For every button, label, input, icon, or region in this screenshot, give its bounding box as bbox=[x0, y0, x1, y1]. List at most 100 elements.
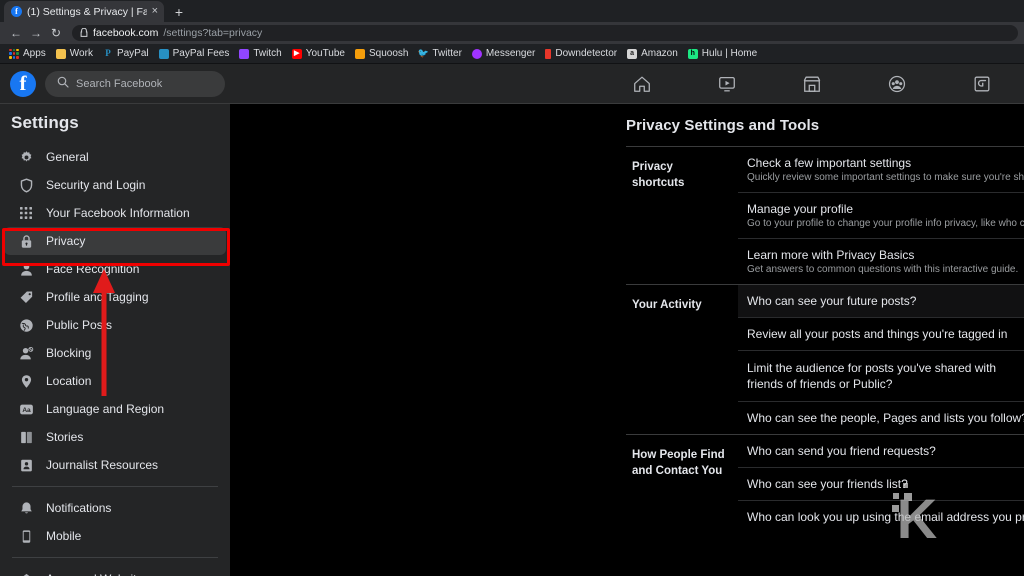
bookmark-youtube[interactable]: ▶ YouTube bbox=[288, 48, 351, 59]
sidebar-item-blocking[interactable]: Blocking bbox=[4, 339, 226, 367]
sidebar-item-label: Privacy bbox=[46, 234, 86, 248]
bookmark-label: Squoosh bbox=[368, 48, 409, 59]
setting-row[interactable]: Learn more with Privacy Basics Get answe… bbox=[738, 239, 1024, 284]
facebook-header: f Search Facebook bbox=[0, 64, 1024, 104]
paypal-icon: P bbox=[105, 48, 111, 58]
phone-icon bbox=[18, 528, 34, 544]
bookmark-apps[interactable]: Apps bbox=[5, 48, 52, 59]
new-tab-button[interactable]: + bbox=[167, 1, 191, 22]
sidebar-item-mobile[interactable]: Mobile bbox=[4, 522, 226, 550]
hulu-icon: h bbox=[687, 48, 698, 59]
bookmark-paypal[interactable]: P PayPal bbox=[99, 48, 155, 59]
url-path: /settings?tab=privacy bbox=[163, 27, 263, 39]
marketplace-icon[interactable] bbox=[787, 67, 837, 101]
twitter-icon: 🐦 bbox=[417, 48, 430, 58]
search-icon bbox=[57, 76, 69, 91]
groups-icon[interactable] bbox=[872, 67, 922, 101]
sidebar-item-label: Profile and Tagging bbox=[46, 290, 149, 304]
downdetector-icon bbox=[545, 48, 552, 59]
url-domain: facebook.com bbox=[93, 27, 159, 39]
setting-title: Learn more with Privacy Basics bbox=[747, 248, 915, 262]
setting-row[interactable]: Who can look you up using the email addr… bbox=[738, 501, 1024, 533]
sidebar-item-label: Stories bbox=[46, 430, 84, 444]
sidebar-divider-2 bbox=[12, 557, 218, 558]
sidebar-item-label: Notifications bbox=[46, 501, 112, 515]
bookmark-squoosh[interactable]: Squoosh bbox=[351, 48, 414, 59]
back-icon[interactable]: ← bbox=[6, 23, 26, 43]
setting-row[interactable]: Review all your posts and things you're … bbox=[738, 318, 1024, 351]
sidebar-item-stories[interactable]: Stories bbox=[4, 423, 226, 451]
bookmark-label: Downdetector bbox=[555, 48, 618, 59]
svg-text:Aa: Aa bbox=[22, 407, 31, 414]
section-rows: Check a few important settings Quickly r… bbox=[738, 147, 1024, 284]
bookmark-label: Hulu | Home bbox=[701, 48, 758, 59]
bookmark-paypal-fees[interactable]: PayPal Fees bbox=[155, 48, 236, 59]
bookmark-amazon[interactable]: a Amazon bbox=[623, 48, 684, 59]
sidebar-item-language-and-region[interactable]: Aa Language and Region bbox=[4, 395, 226, 423]
panel-title: Privacy Settings and Tools bbox=[626, 117, 820, 134]
sidebar-item-security-and-login[interactable]: Security and Login bbox=[4, 171, 226, 199]
sidebar-item-face-recognition[interactable]: Face Recognition bbox=[4, 255, 226, 283]
sidebar-item-privacy[interactable]: Privacy bbox=[4, 227, 226, 255]
sidebar-item-label: Journalist Resources bbox=[46, 458, 159, 472]
sidebar-item-label: Security and Login bbox=[46, 178, 146, 192]
bookmark-label: Amazon bbox=[641, 48, 678, 59]
search-input[interactable]: Search Facebook bbox=[45, 70, 225, 97]
grid-dots-icon bbox=[18, 205, 34, 221]
bookmark-downdetector[interactable]: Downdetector bbox=[541, 48, 623, 59]
bookmark-hulu[interactable]: h Hulu | Home bbox=[684, 48, 763, 59]
book-icon bbox=[18, 429, 34, 445]
bookmark-label: Apps bbox=[23, 48, 46, 59]
facebook-logo-icon[interactable]: f bbox=[10, 70, 36, 97]
sidebar-item-label: Blocking bbox=[46, 346, 92, 360]
setting-row[interactable]: Who can see your future posts? bbox=[738, 285, 1024, 318]
id-card-icon bbox=[18, 457, 34, 473]
gear-icon bbox=[18, 149, 34, 165]
sidebar-item-label: Public Posts bbox=[46, 318, 113, 332]
content-gutter bbox=[230, 104, 620, 576]
reload-icon[interactable]: ↻ bbox=[46, 23, 66, 43]
section-your-activity: Your Activity Who can see your future po… bbox=[626, 285, 1024, 434]
browser-tab[interactable]: f (1) Settings & Privacy | Facebook × bbox=[4, 1, 164, 22]
bookmark-twitch[interactable]: Twitch bbox=[235, 48, 287, 59]
setting-row[interactable]: Who can see the people, Pages and lists … bbox=[738, 402, 1024, 434]
tab-strip: f (1) Settings & Privacy | Facebook × + bbox=[0, 0, 1024, 22]
home-icon[interactable] bbox=[617, 67, 667, 101]
forward-icon[interactable]: → bbox=[26, 23, 46, 43]
bookmark-work[interactable]: Work bbox=[52, 48, 99, 59]
setting-title: Who can send you friend requests? bbox=[747, 444, 936, 459]
sidebar-item-notifications[interactable]: Notifications bbox=[4, 494, 226, 522]
bookmark-label: YouTube bbox=[305, 48, 345, 59]
person-block-icon bbox=[18, 345, 34, 361]
page-content: Settings General Security and Login Your… bbox=[0, 104, 1024, 576]
gaming-icon[interactable] bbox=[957, 67, 1007, 101]
setting-row[interactable]: Check a few important settings Quickly r… bbox=[738, 147, 1024, 193]
sidebar-item-journalist-resources[interactable]: Journalist Resources bbox=[4, 451, 226, 479]
tab-title: (1) Settings & Privacy | Facebook bbox=[27, 5, 147, 18]
twitch-icon bbox=[239, 48, 250, 59]
close-icon[interactable]: × bbox=[152, 6, 158, 17]
sidebar-item-general[interactable]: General bbox=[4, 143, 226, 171]
setting-row[interactable]: Who can send you friend requests? bbox=[738, 435, 1024, 469]
setting-row[interactable]: Who can see your friends list? bbox=[738, 468, 1024, 502]
sidebar-item-your-facebook-information[interactable]: Your Facebook Information bbox=[4, 199, 226, 227]
bookmark-messenger[interactable]: Messenger bbox=[468, 48, 541, 59]
bookmark-label: Work bbox=[69, 48, 93, 59]
bookmark-twitter[interactable]: 🐦 Twitter bbox=[414, 48, 467, 59]
sidebar-item-profile-and-tagging[interactable]: Profile and Tagging bbox=[4, 283, 226, 311]
sidebar-item-public-posts[interactable]: Public Posts bbox=[4, 311, 226, 339]
setting-subtitle: Go to your profile to change your profil… bbox=[747, 218, 1024, 229]
sidebar-item-label: Your Facebook Information bbox=[46, 206, 190, 220]
globe-icon bbox=[18, 317, 34, 333]
facebook-f-icon: f bbox=[11, 6, 22, 17]
setting-row[interactable]: Limit the audience for posts you've shar… bbox=[738, 351, 1024, 403]
setting-title: Who can see the people, Pages and lists … bbox=[747, 411, 1024, 426]
sidebar-item-apps-and-websites[interactable]: Apps and Websites bbox=[4, 565, 226, 576]
watch-icon[interactable] bbox=[702, 67, 752, 101]
bookmark-label: Twitch bbox=[253, 48, 282, 59]
section-rows: Who can send you friend requests? Who ca… bbox=[738, 435, 1024, 533]
lock-icon bbox=[18, 233, 34, 249]
address-bar[interactable]: facebook.com/settings?tab=privacy bbox=[72, 25, 1018, 41]
setting-row[interactable]: Manage your profile Go to your profile t… bbox=[738, 193, 1024, 239]
sidebar-item-location[interactable]: Location bbox=[4, 367, 226, 395]
